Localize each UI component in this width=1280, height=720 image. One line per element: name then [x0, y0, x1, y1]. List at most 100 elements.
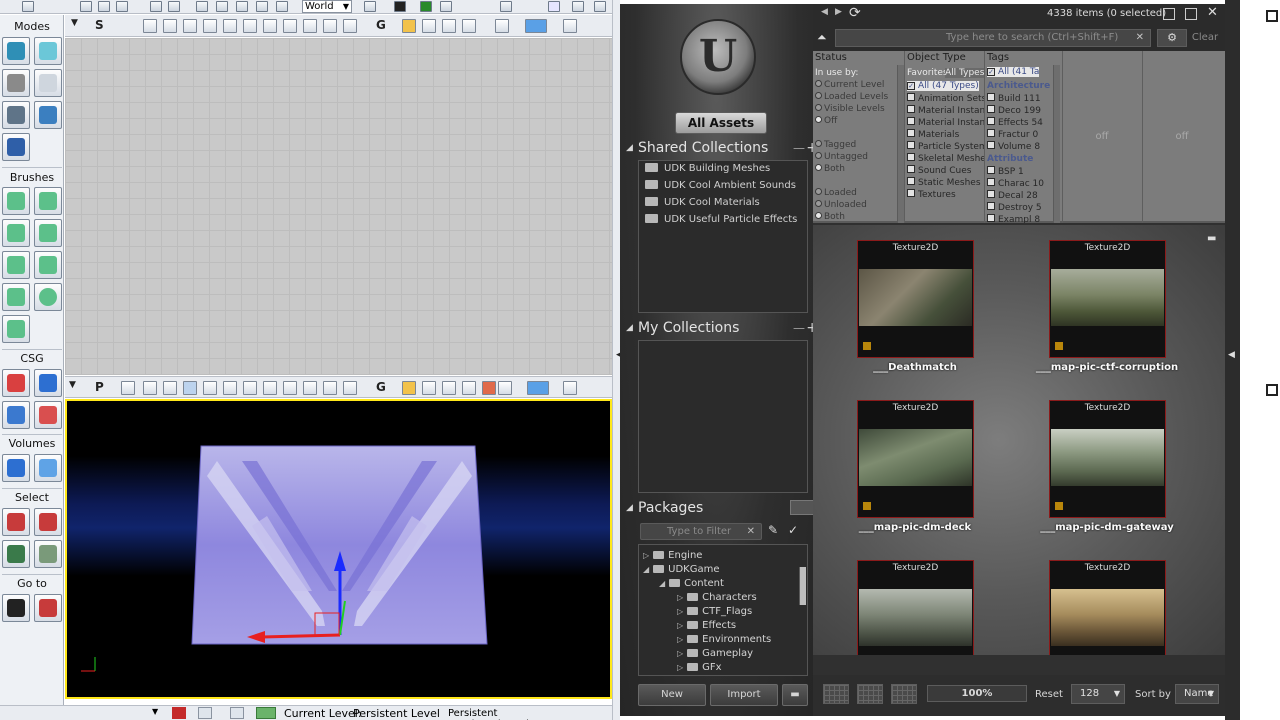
mesh-paint-button[interactable]	[34, 101, 62, 129]
all-types-tab[interactable]: All Types	[945, 68, 984, 78]
restore-icon[interactable]	[1185, 8, 1197, 20]
expand-icon[interactable]: ▷	[677, 593, 683, 602]
hide-selected-button[interactable]	[34, 508, 62, 536]
camera-speed-fast-button[interactable]	[442, 19, 456, 33]
refresh-icon[interactable]: ⟳	[849, 5, 861, 21]
game-view-button[interactable]	[121, 381, 135, 395]
maximize-viewport-icon[interactable]	[548, 1, 560, 12]
geometry-mode-button[interactable]	[34, 37, 62, 65]
wireframe-button[interactable]	[163, 381, 177, 395]
type-option[interactable]: Materials	[907, 129, 959, 140]
status-option[interactable]: Unloaded	[815, 200, 867, 210]
kismet-icon[interactable]	[420, 1, 432, 12]
forward-icon[interactable]: ▶	[835, 7, 842, 17]
undo-icon[interactable]	[150, 1, 162, 12]
viewport-options-icon[interactable]	[572, 1, 584, 12]
light-complexity-button[interactable]	[263, 381, 277, 395]
tree-node[interactable]: ▷ CTF_Flags	[677, 605, 752, 619]
type-option[interactable]: Sound Cues	[907, 165, 971, 176]
detail-lighting-button[interactable]	[223, 19, 237, 33]
tag-option[interactable]: Charac 10	[987, 178, 1044, 189]
expand-icon[interactable]: ▷	[677, 621, 683, 630]
checkmark-icon[interactable]: ✓	[788, 523, 798, 537]
tag-option[interactable]: Fractur 0	[987, 129, 1038, 140]
lock-icon[interactable]	[402, 381, 416, 395]
search-options-icon[interactable]: ⚙	[1157, 29, 1187, 47]
texture-density-button[interactable]	[283, 19, 297, 33]
rotate-icon[interactable]	[236, 1, 248, 12]
packages-header[interactable]: ◢ Packages	[626, 498, 818, 518]
drag-grid-icon[interactable]	[172, 707, 186, 719]
save-all-icon[interactable]	[98, 1, 110, 12]
save-current-icon[interactable]	[116, 1, 128, 12]
lit-button[interactable]	[203, 19, 217, 33]
sort-by-dropdown[interactable]: Name ▼	[1175, 684, 1219, 704]
shader-complexity-button[interactable]	[303, 19, 317, 33]
clear-button[interactable]: Clear	[1185, 29, 1225, 47]
cylinder-brush-button[interactable]	[34, 219, 62, 247]
camera-speed-button[interactable]	[422, 381, 436, 395]
tag-group-heading[interactable]: Architecture	[987, 81, 1050, 91]
clear-filter-icon[interactable]: ✕	[747, 524, 755, 539]
reset-button[interactable]: Reset	[1035, 689, 1063, 700]
expand-icon[interactable]: ▷	[677, 663, 683, 672]
cone-brush-button[interactable]	[34, 187, 62, 215]
texture-density-button[interactable]	[283, 381, 297, 395]
asset-tile[interactable]: Texture2D	[1049, 560, 1166, 655]
camera-speed-button[interactable]	[422, 19, 436, 33]
tree-node[interactable]: ▷ Engine	[643, 549, 702, 563]
collapse-triangle-icon[interactable]: ◢	[626, 138, 633, 158]
play-in-editor-icon[interactable]	[500, 1, 512, 12]
pencil-icon[interactable]: ✎	[768, 523, 778, 537]
volume-type-button[interactable]	[34, 454, 62, 482]
maximize-viewport-button[interactable]	[563, 381, 577, 395]
status-scrollbar[interactable]	[897, 65, 904, 223]
collapse-right-icon[interactable]: ◀	[1228, 350, 1235, 360]
select-arrow-icon[interactable]	[196, 1, 208, 12]
collapse-icon[interactable]: ◢	[659, 579, 665, 588]
close-icon[interactable]: ✕	[1207, 5, 1218, 20]
type-option[interactable]: ✓ All (47 Types)	[907, 81, 979, 91]
search-input[interactable]: Type here to search (Ctrl+Shift+F) ✕	[835, 29, 1151, 47]
remove-icon[interactable]: —	[793, 318, 805, 338]
tag-option[interactable]: Exampl 8	[987, 214, 1040, 223]
viewport-type-label[interactable]: S	[95, 18, 104, 32]
dock-icon[interactable]	[1163, 8, 1175, 20]
camera-speed-slow-button[interactable]	[462, 19, 476, 33]
realtime-toggle[interactable]: G	[376, 18, 386, 32]
status-option[interactable]: Loaded Levels	[815, 92, 888, 102]
collection-item[interactable]: UDK Building Meshes	[645, 161, 770, 177]
all-assets-button[interactable]: All Assets	[675, 112, 767, 134]
cube-brush-button[interactable]	[2, 187, 30, 215]
lighting-only-button[interactable]	[243, 19, 257, 33]
viewport-menu-icon[interactable]: ▼	[71, 18, 78, 28]
type-option[interactable]: Particle System	[907, 141, 984, 152]
move-mode-button[interactable]	[34, 69, 62, 97]
play-icon[interactable]	[525, 19, 547, 33]
collection-item[interactable]: UDK Cool Ambient Sounds	[645, 178, 796, 194]
current-level-icon[interactable]	[256, 707, 276, 719]
status-option[interactable]: Visible Levels	[815, 104, 885, 114]
folder-icon[interactable]: ▬	[782, 684, 808, 706]
asset-tile[interactable]: Texture2D	[857, 400, 974, 518]
status-option[interactable]: Untagged	[815, 152, 868, 162]
rotation-snap-icon[interactable]	[230, 707, 244, 719]
status-option[interactable]: Off	[815, 116, 837, 126]
viewport-menu-icon[interactable]: ▼	[69, 380, 76, 390]
asset-tile[interactable]: Texture2D	[857, 240, 974, 358]
status-option[interactable]: Both	[815, 212, 845, 222]
viewport-type-label[interactable]: P	[95, 380, 104, 394]
shader-complexity-button[interactable]	[303, 381, 317, 395]
sheet-brush-button[interactable]	[34, 251, 62, 279]
tree-node[interactable]: ▷ Characters	[677, 591, 757, 605]
realtime-toggle[interactable]: G	[376, 380, 386, 394]
play-icon[interactable]	[527, 381, 549, 395]
stream-levels-button[interactable]	[498, 381, 512, 395]
tree-node[interactable]: ▷ GFx	[677, 661, 722, 675]
lit-button[interactable]	[203, 381, 217, 395]
favorites-tab[interactable]: Favorites	[907, 68, 948, 78]
invert-selection-button[interactable]	[2, 540, 30, 568]
brush-wireframe-button[interactable]	[143, 19, 157, 33]
translate-icon[interactable]	[216, 1, 228, 12]
window-restore-icon[interactable]	[594, 1, 606, 12]
